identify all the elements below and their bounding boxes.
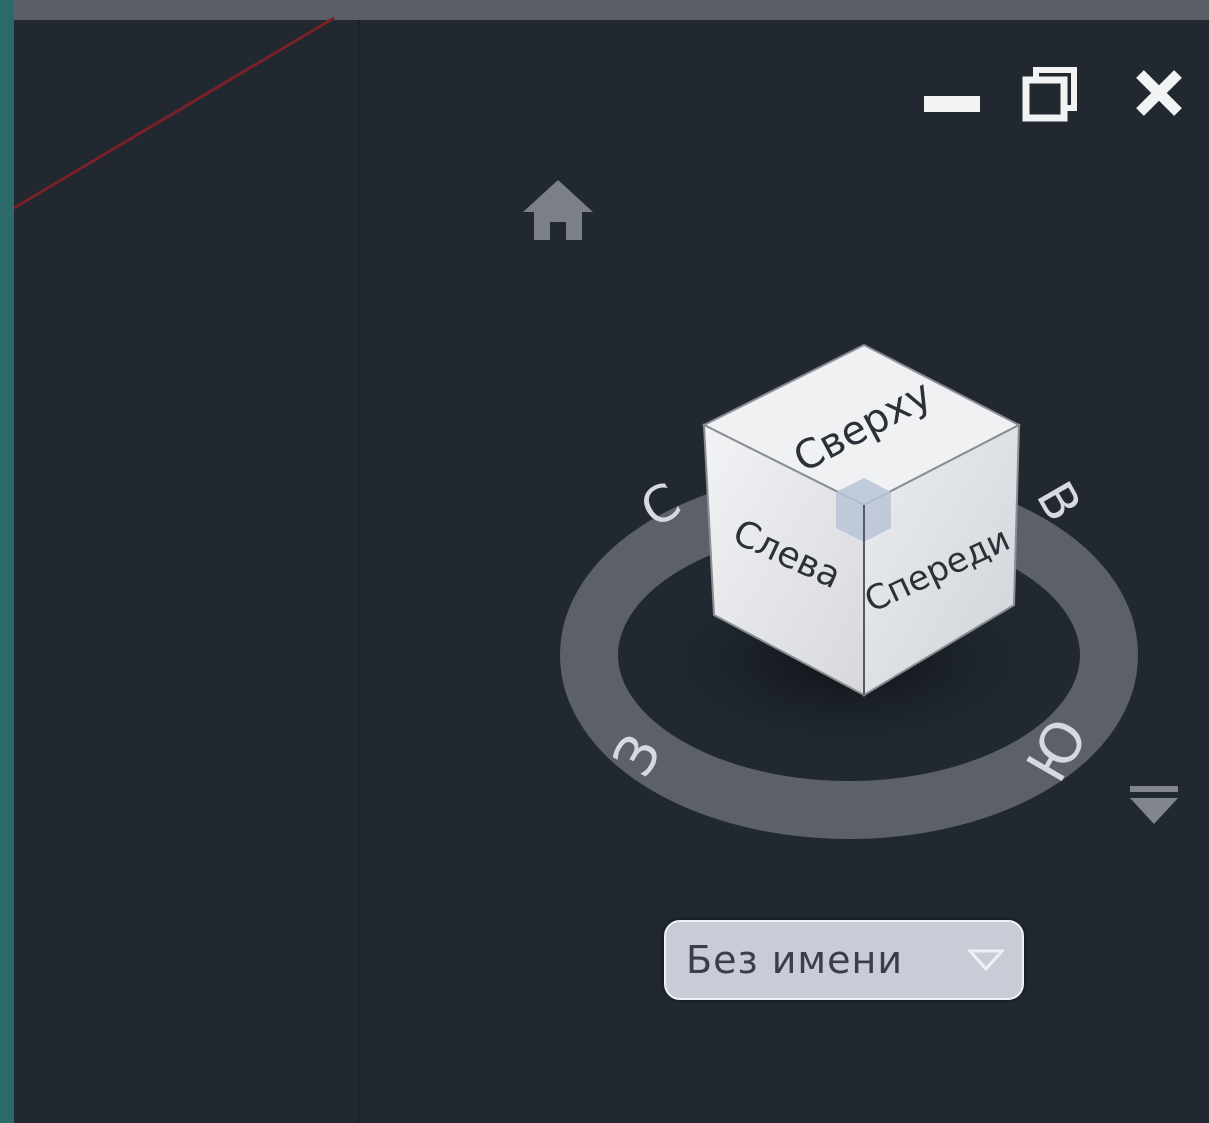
close-icon: [1136, 70, 1182, 116]
restore-icon: [1022, 67, 1077, 122]
drawing-viewport[interactable]: С В З Ю Сверху Слева Спереди Без имени: [14, 0, 1209, 1123]
viewport-canvas: С В З Ю Сверху Слева Спереди: [14, 16, 1178, 1123]
red-construction-line: [14, 16, 335, 210]
home-icon[interactable]: [523, 180, 593, 240]
viewcube-menu-icon[interactable]: [1130, 786, 1178, 824]
named-view-label: Без имени: [686, 938, 904, 982]
restore-button[interactable]: [1014, 60, 1084, 130]
close-button[interactable]: [1124, 60, 1194, 130]
chevron-down-icon: [968, 949, 1004, 972]
named-view-dropdown[interactable]: Без имени: [664, 920, 1024, 1000]
minimize-icon: [924, 96, 980, 112]
minimize-button[interactable]: [914, 60, 984, 130]
window-controls: [914, 60, 1204, 130]
